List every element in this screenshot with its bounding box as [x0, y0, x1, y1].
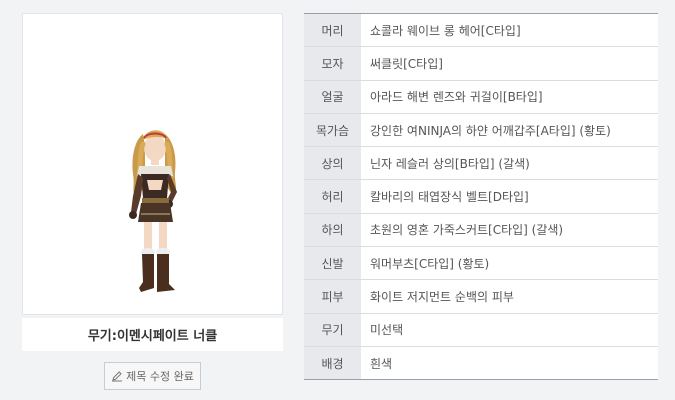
equipment-table: 머리 쇼콜라 웨이브 롱 헤어[C타입] 모자 써클릿[C타입] 얼굴 아라드 해변 렌즈…: [304, 13, 658, 381]
equipment-slot-label: 배경: [304, 346, 361, 380]
equipment-row: 목가슴 강인한 여NINJA의 하얀 어깨갑주[A타입] (황토): [304, 113, 658, 148]
equipment-row: 모자 써클릿[C타입]: [304, 47, 658, 81]
equipment-item-name: 아라드 해변 렌즈와 귀걸이[B타입]: [361, 80, 658, 113]
equipment-item-name: 쇼콜라 웨이브 롱 헤어[C타입]: [361, 14, 658, 47]
equipment-slot-label: 피부: [304, 280, 361, 313]
equipment-item-name: 써클릿[C타입]: [361, 47, 658, 80]
equipment-row: 얼굴 아라드 해변 렌즈와 귀걸이[B타입]: [304, 80, 658, 114]
equipment-slot-label: 목가슴: [304, 113, 361, 147]
equipment-row: 배경 흰색: [304, 346, 658, 381]
equipment-slot-label: 모자: [304, 47, 361, 80]
equipment-row: 신발 워머부츠[C타입] (황토): [304, 247, 658, 281]
equipment-slot-label: 상의: [304, 147, 361, 180]
equipment-row: 머리 쇼콜라 웨이브 롱 헤어[C타입]: [304, 14, 658, 48]
equipment-slot-label: 무기: [304, 313, 361, 346]
equipment-item-name: 칼바리의 태엽장식 벨트[D타입]: [361, 180, 658, 213]
equipment-slot-label: 하의: [304, 213, 361, 247]
character-sprite: [129, 130, 177, 292]
equipment-row: 허리 칼바리의 태엽장식 벨트[D타입]: [304, 180, 658, 214]
avatar-page: 무기:이멘시페이트 너클 제목 수정 완료 머리 쇼콜라 웨이브 롱 헤어[C타입…: [0, 0, 675, 400]
edit-title-done-label: 제목 수정 완료: [126, 370, 194, 383]
equipment-item-name: 미선택: [361, 313, 658, 346]
equipment-item-name: 흰색: [361, 346, 658, 380]
pencil-icon: [112, 371, 123, 382]
character-preview: [22, 13, 283, 315]
weapon-caption-text: 무기:이멘시페이트 너클: [87, 329, 218, 344]
equipment-slot-label: 머리: [304, 14, 361, 47]
equipment-item-name: 초원의 영혼 가죽스커트[C타입] (갈색): [361, 213, 658, 247]
equipment-slot-label: 허리: [304, 180, 361, 213]
equipment-item-name: 워머부츠[C타입] (황토): [361, 247, 658, 280]
edit-title-done-button[interactable]: 제목 수정 완료: [104, 362, 201, 390]
equipment-slot-label: 얼굴: [304, 80, 361, 113]
weapon-caption: 무기:이멘시페이트 너클: [22, 318, 283, 351]
equipment-slot-label: 신발: [304, 247, 361, 280]
equipment-row: 상의 닌자 레슬러 상의[B타입] (갈색): [304, 147, 658, 181]
equipment-row: 피부 화이트 저지먼트 순백의 피부: [304, 280, 658, 314]
equipment-row: 무기 미선택: [304, 313, 658, 347]
equipment-item-name: 닌자 레슬러 상의[B타입] (갈색): [361, 147, 658, 180]
equipment-row: 하의 초원의 영혼 가죽스커트[C타입] (갈색): [304, 213, 658, 248]
equipment-item-name: 화이트 저지먼트 순백의 피부: [361, 280, 658, 313]
equipment-item-name: 강인한 여NINJA의 하얀 어깨갑주[A타입] (황토): [361, 113, 658, 147]
